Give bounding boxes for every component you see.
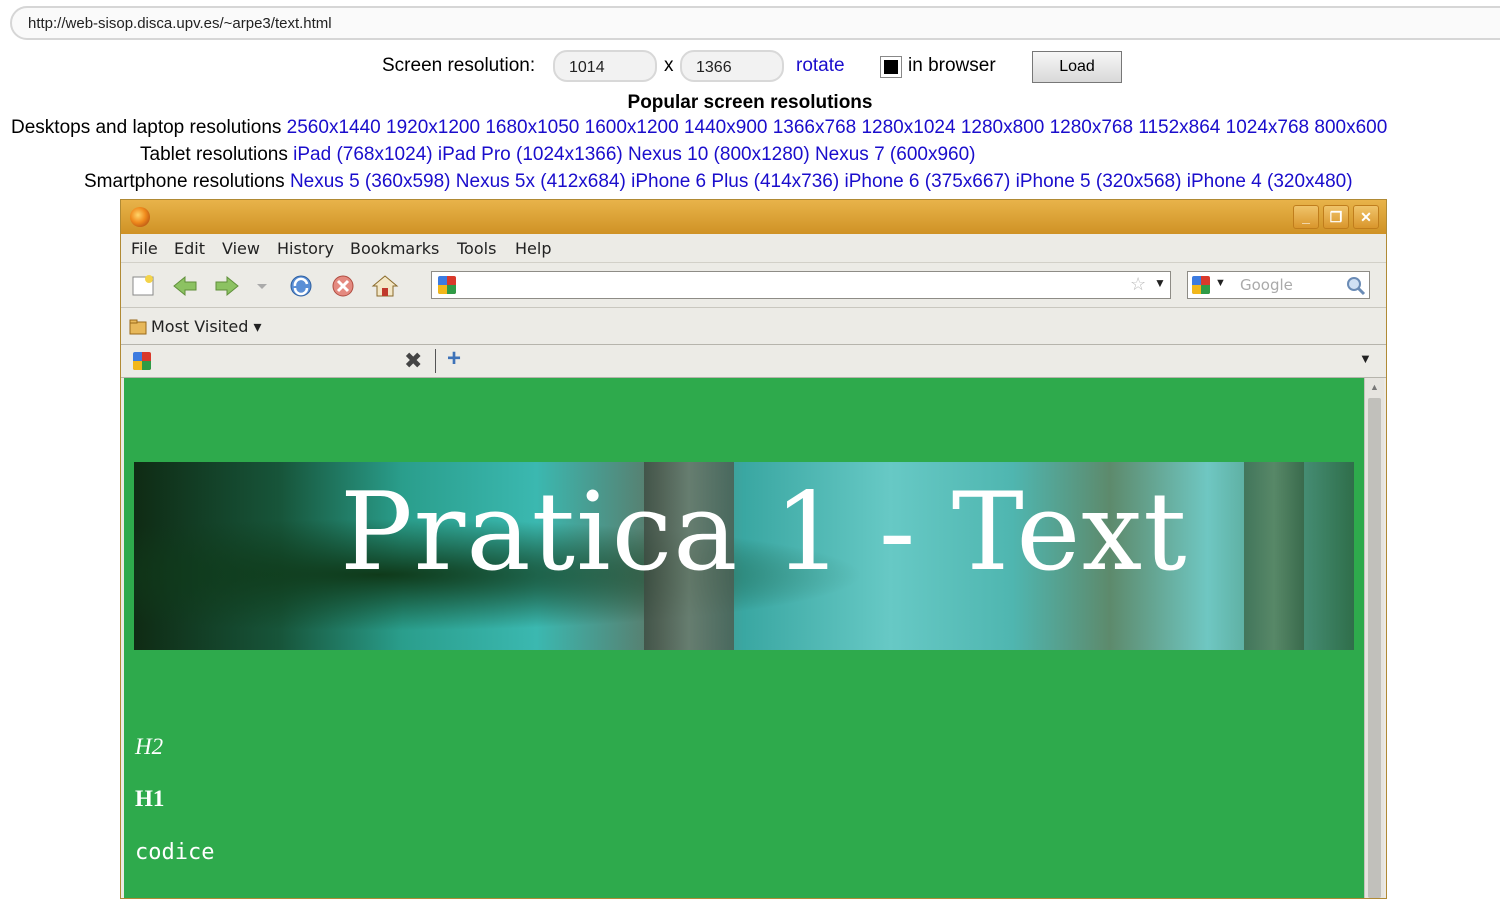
desktop-resolutions-label: Desktops and laptop resolutions — [11, 117, 282, 138]
heading-h2: H2 — [135, 734, 164, 759]
desktop-resolutions-row: Desktops and laptop resolutions 2560x144… — [11, 117, 1387, 139]
tab-favicon-icon — [133, 352, 151, 370]
back-arrow-icon[interactable] — [171, 273, 199, 299]
height-input[interactable]: 1366 — [680, 50, 784, 82]
desktop-resolution-link[interactable]: 1920x1200 — [386, 117, 480, 138]
close-tab-icon[interactable]: ✖ — [404, 348, 422, 374]
resolution-controls: Screen resolution: 1014 x 1366 rotate in… — [0, 49, 1500, 85]
navigation-toolbar: ☆ ▼ ▼ Google — [121, 263, 1386, 308]
menu-help[interactable]: Help — [515, 239, 551, 258]
desktop-resolution-link[interactable]: 1366x768 — [773, 117, 856, 138]
search-field[interactable]: ▼ Google — [1187, 271, 1370, 299]
search-engine-dropdown-icon[interactable]: ▼ — [1215, 277, 1226, 289]
bookmarks-bar: Most Visited ▾ — [121, 308, 1386, 345]
url-text: http://web-sisop.disca.upv.es/~arpe3/tex… — [28, 15, 332, 32]
forest-banner-image: Pratica 1 - Text — [134, 462, 1354, 650]
bookmark-star-icon[interactable]: ☆ — [1130, 274, 1146, 295]
desktop-resolution-link[interactable]: 2560x1440 — [287, 117, 381, 138]
smartphone-resolution-link[interactable]: iPhone 5 (320x568) — [1016, 171, 1182, 192]
smartphone-resolution-link[interactable]: iPhone 6 (375x667) — [844, 171, 1010, 192]
most-visited-menu[interactable]: Most Visited ▾ — [151, 317, 262, 336]
magnifier-icon[interactable] — [1346, 276, 1366, 296]
scroll-up-icon[interactable]: ▲ — [1370, 382, 1379, 392]
load-button[interactable]: Load — [1032, 51, 1122, 83]
vertical-scrollbar[interactable]: ▲ — [1364, 378, 1384, 898]
heading-h1: H1 — [135, 786, 165, 811]
smartphone-resolutions-label: Smartphone resolutions — [84, 171, 285, 192]
tablet-resolution-link[interactable]: Nexus 10 (800x1280) — [628, 144, 810, 165]
smartphone-resolution-link[interactable]: Nexus 5x (412x684) — [456, 171, 626, 192]
smartphone-resolution-link[interactable]: iPhone 4 (320x480) — [1187, 171, 1353, 192]
desktop-resolution-link[interactable]: 800x600 — [1314, 117, 1387, 138]
address-dropdown-icon[interactable]: ▼ — [1154, 276, 1166, 290]
new-page-icon[interactable] — [129, 273, 157, 299]
code-block: codice — [135, 840, 215, 865]
smartphone-resolution-link[interactable]: Nexus 5 (360x598) — [290, 171, 451, 192]
search-placeholder: Google — [1240, 276, 1293, 294]
in-browser-checkbox[interactable] — [880, 56, 902, 78]
history-dropdown-icon[interactable] — [255, 273, 269, 299]
desktop-resolution-link[interactable]: 1280x768 — [1050, 117, 1133, 138]
desktop-resolution-link[interactable]: 1280x1024 — [861, 117, 955, 138]
new-tab-icon[interactable]: + — [447, 345, 461, 373]
tablet-resolutions-label: Tablet resolutions — [140, 144, 288, 165]
folder-icon — [129, 319, 147, 335]
address-field[interactable]: ☆ ▼ — [431, 271, 1171, 299]
x-label: x — [664, 55, 674, 76]
desktop-resolution-link[interactable]: 1600x1200 — [585, 117, 679, 138]
desktop-resolution-link[interactable]: 1440x900 — [684, 117, 767, 138]
forward-arrow-icon[interactable] — [213, 273, 241, 299]
reload-icon[interactable] — [287, 273, 315, 299]
restore-icon[interactable]: ❐ — [1323, 205, 1349, 229]
home-icon[interactable] — [371, 273, 399, 299]
desktop-resolution-link[interactable]: 1152x864 — [1138, 117, 1220, 138]
site-favicon-icon — [438, 276, 456, 294]
firefox-icon — [130, 207, 150, 227]
desktop-resolution-link[interactable]: 1024x768 — [1226, 117, 1309, 138]
popular-resolutions-title: Popular screen resolutions — [627, 92, 873, 113]
tab-divider — [435, 349, 436, 373]
tab-list-dropdown-icon[interactable]: ▼ — [1359, 351, 1372, 366]
menu-view[interactable]: View — [222, 239, 260, 258]
tablet-resolutions-row: Tablet resolutions iPad (768x1024) iPad … — [140, 144, 976, 166]
width-input[interactable]: 1014 — [553, 50, 657, 82]
smartphone-resolution-link[interactable]: iPhone 6 Plus (414x736) — [631, 171, 839, 192]
close-window-icon[interactable]: ✕ — [1353, 205, 1379, 229]
url-bar[interactable]: http://web-sisop.disca.upv.es/~arpe3/tex… — [10, 6, 1500, 40]
scrollbar-thumb[interactable] — [1368, 398, 1381, 898]
menu-file[interactable]: File — [131, 239, 158, 258]
tablet-resolution-link[interactable]: iPad Pro (1024x1366) — [438, 144, 623, 165]
tab-bar: ✖ + ▼ — [121, 345, 1386, 378]
desktop-resolution-link[interactable]: 1280x800 — [961, 117, 1044, 138]
in-browser-label: in browser — [908, 55, 996, 76]
menu-history[interactable]: History — [277, 239, 334, 258]
menu-tools[interactable]: Tools — [457, 239, 496, 258]
tablet-resolution-link[interactable]: Nexus 7 (600x960) — [815, 144, 976, 165]
emulated-browser-window: _ ❐ ✕ File Edit View History Bookmarks T… — [120, 199, 1387, 899]
minimize-icon[interactable]: _ — [1293, 205, 1319, 229]
stop-icon[interactable] — [329, 273, 357, 299]
banner-title: Pratica 1 - Text — [340, 470, 1188, 595]
rotate-link[interactable]: rotate — [796, 55, 845, 77]
menu-bookmarks[interactable]: Bookmarks — [350, 239, 439, 258]
search-engine-icon[interactable] — [1192, 276, 1210, 294]
tablet-resolution-link[interactable]: iPad (768x1024) — [293, 144, 432, 165]
menu-edit[interactable]: Edit — [174, 239, 205, 258]
title-bar: _ ❐ ✕ — [121, 200, 1386, 234]
page-content: Pratica 1 - Text H2 H1 codice — [124, 378, 1364, 898]
smartphone-resolutions-row: Smartphone resolutions Nexus 5 (360x598)… — [84, 171, 1353, 193]
desktop-resolution-link[interactable]: 1680x1050 — [485, 117, 579, 138]
menu-bar: File Edit View History Bookmarks Tools H… — [121, 234, 1386, 263]
most-visited-label: Most Visited — [151, 317, 249, 336]
screen-resolution-label: Screen resolution: — [382, 55, 536, 76]
